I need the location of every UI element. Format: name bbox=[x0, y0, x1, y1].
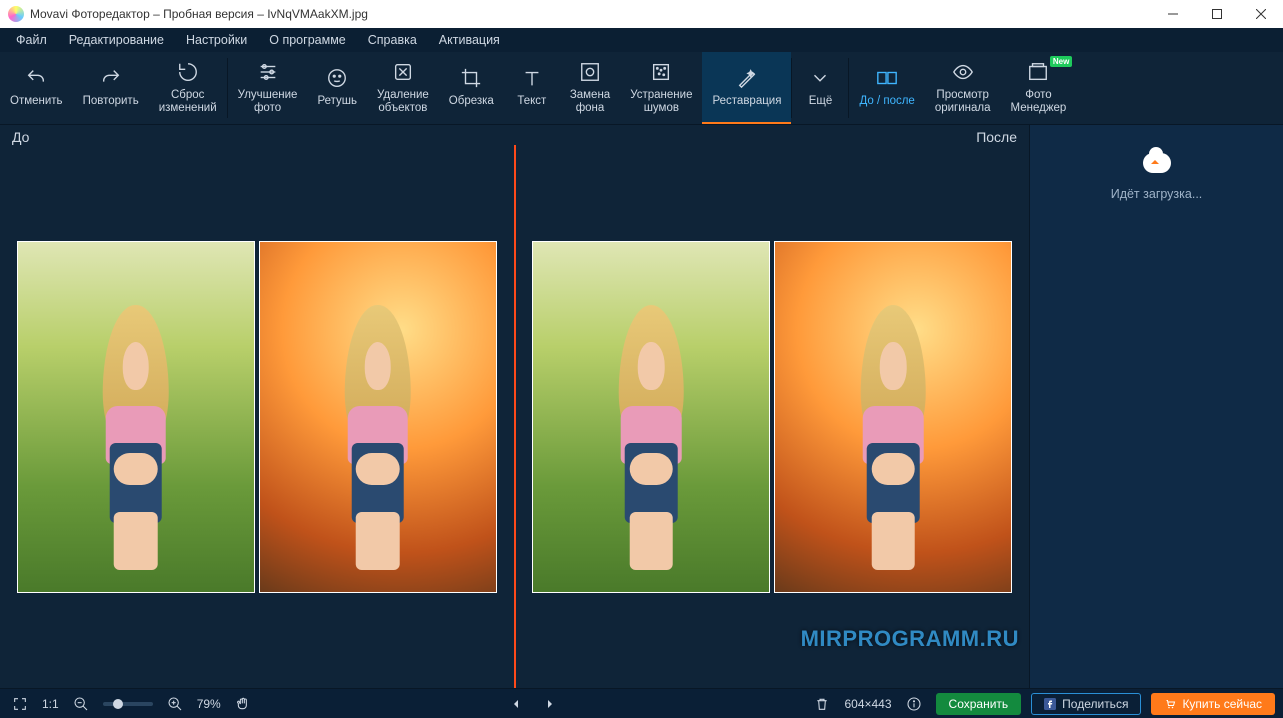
tool-label: Обрезка bbox=[449, 95, 494, 108]
delete-button[interactable] bbox=[810, 692, 834, 716]
window-title: Movavi Фоторедактор – Пробная версия – I… bbox=[30, 7, 368, 21]
wand-icon bbox=[736, 67, 758, 89]
tool-label: Ещё bbox=[809, 95, 833, 108]
undo-icon bbox=[25, 67, 47, 89]
menu-file[interactable]: Файл bbox=[6, 30, 57, 50]
crop-icon bbox=[460, 67, 482, 89]
fullscreen-button[interactable] bbox=[8, 692, 32, 716]
chevron-down-icon bbox=[809, 67, 831, 89]
side-panel: Идёт загрузка... bbox=[1029, 125, 1283, 688]
tool-label: До / после bbox=[859, 95, 914, 108]
tool-text[interactable]: Текст bbox=[504, 52, 560, 124]
canvas-area: До После MIRPROGRAMM.RU bbox=[0, 125, 1029, 688]
background-icon bbox=[579, 61, 601, 83]
zoom-value: 79% bbox=[197, 697, 221, 711]
tool-enhance[interactable]: Улучшение фото bbox=[228, 52, 308, 124]
tool-label: Просмотр оригинала bbox=[935, 89, 991, 115]
photo-before-left bbox=[17, 241, 255, 593]
share-button[interactable]: Поделиться bbox=[1031, 693, 1141, 715]
tool-undo[interactable]: Отменить bbox=[0, 52, 73, 124]
photo-after-right bbox=[774, 241, 1012, 593]
menu-about[interactable]: О программе bbox=[259, 30, 355, 50]
tool-label: Отменить bbox=[10, 95, 63, 108]
tool-reset[interactable]: Сброс изменений bbox=[149, 52, 227, 124]
tool-before-after[interactable]: До / после bbox=[849, 52, 924, 124]
tool-label: Ретушь bbox=[317, 95, 357, 108]
label-before: До bbox=[12, 129, 29, 145]
menu-activate[interactable]: Активация bbox=[429, 30, 510, 50]
buy-button[interactable]: Купить сейчас bbox=[1151, 693, 1275, 715]
tool-noise[interactable]: Устранение шумов bbox=[620, 52, 702, 124]
menubar: Файл Редактирование Настройки О программ… bbox=[0, 28, 1283, 52]
tool-background[interactable]: Замена фона bbox=[560, 52, 620, 124]
tool-label: Текст bbox=[517, 95, 546, 108]
maximize-button[interactable] bbox=[1195, 0, 1239, 28]
close-button[interactable] bbox=[1239, 0, 1283, 28]
cart-icon bbox=[1164, 698, 1176, 710]
tool-view-original[interactable]: Просмотр оригинала bbox=[925, 52, 1001, 124]
toolbar: Отменить Повторить Сброс изменений Улучш… bbox=[0, 52, 1283, 125]
manager-icon bbox=[1027, 61, 1049, 83]
before-pane bbox=[0, 145, 514, 688]
info-button[interactable] bbox=[902, 692, 926, 716]
reset-icon bbox=[177, 61, 199, 83]
tool-crop[interactable]: Обрезка bbox=[439, 52, 504, 124]
next-image-button[interactable] bbox=[538, 692, 562, 716]
sliders-icon bbox=[257, 61, 279, 83]
image-dimensions: 604×443 bbox=[844, 697, 891, 711]
tool-label: Удаление объектов bbox=[377, 89, 429, 115]
facebook-icon bbox=[1044, 698, 1056, 710]
photo-before-right bbox=[259, 241, 497, 593]
tool-photo-manager[interactable]: New Фото Менеджер bbox=[1001, 52, 1077, 124]
prev-image-button[interactable] bbox=[504, 692, 528, 716]
tool-restoration[interactable]: Реставрация bbox=[702, 52, 791, 124]
cloud-upload-icon bbox=[1143, 153, 1171, 173]
menu-edit[interactable]: Редактирование bbox=[59, 30, 174, 50]
tool-label: Сброс изменений bbox=[159, 89, 217, 115]
tool-label: Повторить bbox=[83, 95, 139, 108]
tool-label: Устранение шумов bbox=[630, 89, 692, 115]
text-icon bbox=[521, 67, 543, 89]
minimize-button[interactable] bbox=[1151, 0, 1195, 28]
eraser-icon bbox=[392, 61, 414, 83]
workspace: До После MIRPROGRAMM.RU Идёт загрузка... bbox=[0, 125, 1283, 688]
tool-more[interactable]: Ещё bbox=[792, 52, 848, 124]
tool-label: Реставрация bbox=[712, 95, 781, 108]
zoom-in-button[interactable] bbox=[163, 692, 187, 716]
tool-label: Фото Менеджер bbox=[1011, 89, 1067, 115]
hand-tool-button[interactable] bbox=[231, 692, 255, 716]
save-button[interactable]: Сохранить bbox=[936, 693, 1022, 715]
zoom-out-button[interactable] bbox=[69, 692, 93, 716]
titlebar: Movavi Фоторедактор – Пробная версия – I… bbox=[0, 0, 1283, 28]
scale-label[interactable]: 1:1 bbox=[42, 697, 59, 711]
photo-after-left bbox=[532, 241, 770, 593]
redo-icon bbox=[100, 67, 122, 89]
label-after: После bbox=[976, 129, 1017, 145]
eye-icon bbox=[952, 61, 974, 83]
app-logo-icon bbox=[8, 6, 24, 22]
loading-text: Идёт загрузка... bbox=[1111, 187, 1203, 201]
tool-remove-objects[interactable]: Удаление объектов bbox=[367, 52, 439, 124]
menu-help[interactable]: Справка bbox=[358, 30, 427, 50]
tool-retouch[interactable]: Ретушь bbox=[307, 52, 367, 124]
tool-redo[interactable]: Повторить bbox=[73, 52, 149, 124]
tool-label: Замена фона bbox=[570, 89, 610, 115]
face-icon bbox=[326, 67, 348, 89]
zoom-slider[interactable] bbox=[103, 702, 153, 706]
tool-label: Улучшение фото bbox=[238, 89, 298, 115]
after-pane bbox=[516, 145, 1030, 688]
image-viewer[interactable] bbox=[0, 145, 1029, 688]
statusbar: 1:1 79% 604×443 Сохранить Поделиться Куп… bbox=[0, 688, 1283, 718]
menu-settings[interactable]: Настройки bbox=[176, 30, 257, 50]
new-badge: New bbox=[1050, 56, 1072, 67]
compare-icon bbox=[876, 67, 898, 89]
noise-icon bbox=[650, 61, 672, 83]
